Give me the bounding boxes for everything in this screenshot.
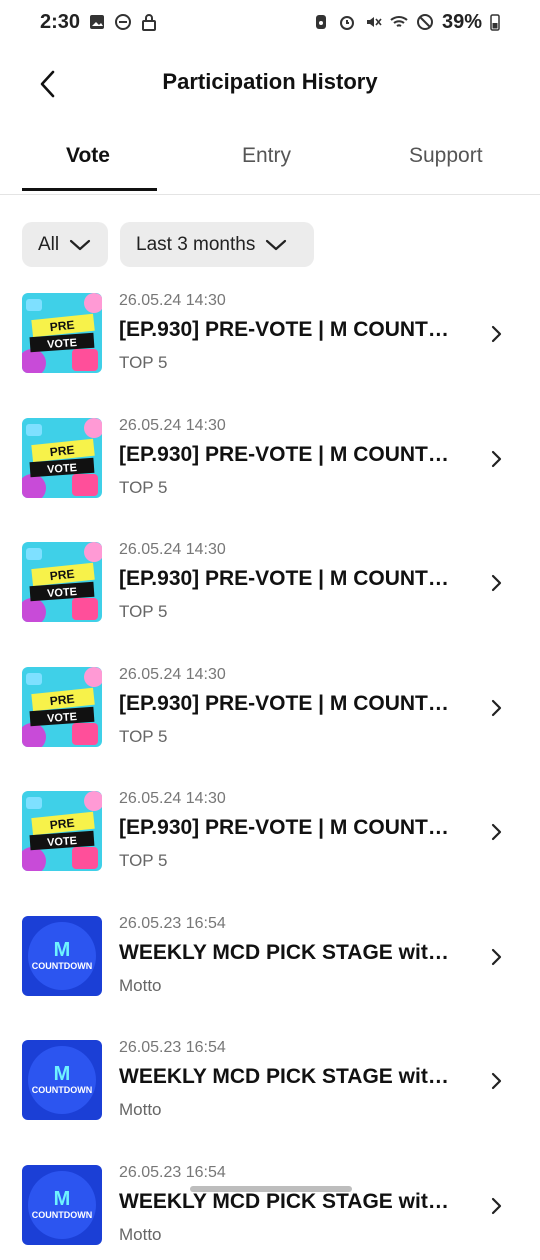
chevron-right-icon bbox=[486, 1069, 506, 1093]
item-subtitle: TOP 5 bbox=[119, 353, 168, 372]
type-filter-label: All bbox=[38, 233, 60, 255]
svg-text:COUNTDOWN: COUNTDOWN bbox=[32, 1210, 93, 1220]
item-title: [EP.930] PRE-VOTE | M COUNTDOWN bbox=[119, 318, 459, 341]
item-title: [EP.930] PRE-VOTE | M COUNTDOWN bbox=[119, 691, 459, 715]
item-subtitle: Motto bbox=[119, 1224, 162, 1244]
list-item[interactable]: PRE VOTE 26.05.24 14:30 [EP.930] PRE-VOTE |… bbox=[0, 413, 540, 513]
battery-icon bbox=[490, 13, 500, 31]
chevron-right-icon bbox=[486, 820, 506, 844]
list-item[interactable]: M COUNTDOWN 26.05.23 16:54 WEEKLY MCD PICK … bbox=[0, 1160, 540, 1260]
chevron-right-icon bbox=[486, 322, 506, 346]
item-title: [EP.930] PRE-VOTE | M COUNTDOWN bbox=[119, 567, 459, 590]
item-subtitle: TOP 5 bbox=[119, 477, 168, 497]
item-title: WEEKLY MCD PICK STAGE with Motto bbox=[119, 1189, 459, 1213]
svg-text:VOTE: VOTE bbox=[47, 835, 78, 849]
tab-bar: Vote Entry Support bbox=[0, 130, 540, 195]
status-bar: 2:30 39% bbox=[0, 0, 540, 44]
lock-icon bbox=[140, 13, 158, 31]
prevote-thumbnail: PRE VOTE bbox=[22, 542, 102, 622]
item-subtitle: TOP 5 bbox=[119, 851, 168, 870]
svg-text:VOTE: VOTE bbox=[47, 586, 78, 600]
header: Participation History bbox=[0, 52, 540, 114]
type-filter-dropdown[interactable]: All bbox=[22, 222, 108, 267]
no-signal-icon bbox=[416, 13, 434, 31]
tab-vote[interactable]: Vote bbox=[66, 144, 110, 168]
svg-text:VOTE: VOTE bbox=[47, 710, 78, 724]
item-subtitle: TOP 5 bbox=[119, 726, 168, 746]
status-left: 2:30 bbox=[40, 11, 158, 34]
item-title: WEEKLY MCD PICK STAGE with Motto bbox=[119, 940, 459, 964]
tab-indicator bbox=[22, 188, 157, 191]
do-not-disturb-icon bbox=[114, 13, 132, 31]
svg-text:PRE: PRE bbox=[49, 816, 75, 833]
chevron-right-icon bbox=[486, 1194, 506, 1218]
item-date: 26.05.23 16:54 bbox=[119, 914, 226, 932]
svg-text:PRE: PRE bbox=[49, 318, 75, 335]
prevote-thumbnail: PRE VOTE bbox=[22, 293, 102, 373]
chevron-down-icon bbox=[70, 239, 91, 250]
tab-support[interactable]: Support bbox=[409, 144, 483, 168]
page-title: Participation History bbox=[162, 69, 378, 94]
list-item[interactable]: M COUNTDOWN 26.05.23 16:54 WEEKLY MCD PICK … bbox=[0, 911, 540, 1011]
item-title: WEEKLY MCD PICK STAGE with Motto bbox=[119, 1065, 459, 1088]
list-item[interactable]: PRE VOTE 26.05.24 14:30 [EP.930] PRE-VOTE |… bbox=[0, 786, 540, 886]
home-indicator[interactable] bbox=[190, 1186, 352, 1192]
svg-text:PRE: PRE bbox=[49, 567, 75, 584]
status-time: 2:30 bbox=[40, 10, 81, 33]
svg-text:PRE: PRE bbox=[49, 442, 75, 459]
battery-percent: 39% bbox=[441, 10, 482, 33]
gallery-icon bbox=[88, 13, 106, 31]
alarm-icon bbox=[338, 13, 356, 31]
period-filter-dropdown[interactable]: Last 3 months bbox=[120, 222, 314, 267]
notification-icon bbox=[312, 13, 330, 31]
svg-text:M: M bbox=[54, 1063, 71, 1085]
item-date: 26.05.24 14:30 bbox=[119, 665, 226, 683]
item-date: 26.05.23 16:54 bbox=[119, 1039, 226, 1056]
item-date: 26.05.23 16:54 bbox=[119, 1163, 226, 1181]
mcountdown-thumbnail: M COUNTDOWN bbox=[22, 1164, 102, 1245]
list-item[interactable]: M COUNTDOWN 26.05.23 16:54 WEEKLY MCD PICK … bbox=[0, 1035, 540, 1135]
mcountdown-thumbnail: M COUNTDOWN bbox=[22, 915, 102, 996]
item-date: 26.05.24 14:30 bbox=[119, 790, 226, 807]
list-item[interactable]: PRE VOTE 26.05.24 14:30 [EP.930] PRE-VOTE |… bbox=[0, 537, 540, 637]
svg-text:COUNTDOWN: COUNTDOWN bbox=[32, 961, 93, 971]
svg-text:M: M bbox=[54, 939, 71, 961]
mcountdown-thumbnail: M COUNTDOWN bbox=[22, 1040, 102, 1120]
svg-text:VOTE: VOTE bbox=[47, 337, 78, 351]
item-title: [EP.930] PRE-VOTE | M COUNTDOWN bbox=[119, 442, 459, 466]
svg-text:COUNTDOWN: COUNTDOWN bbox=[32, 1085, 93, 1095]
item-subtitle: Motto bbox=[119, 1100, 162, 1119]
item-title: [EP.930] PRE-VOTE | M COUNTDOWN bbox=[119, 816, 459, 839]
item-date: 26.05.24 14:30 bbox=[119, 416, 226, 434]
item-date: 26.05.24 14:30 bbox=[119, 292, 226, 309]
chevron-down-icon bbox=[266, 239, 287, 250]
period-filter-label: Last 3 months bbox=[136, 233, 256, 255]
item-date: 26.05.24 14:30 bbox=[119, 541, 226, 558]
prevote-thumbnail: PRE VOTE bbox=[22, 791, 102, 871]
svg-text:VOTE: VOTE bbox=[47, 461, 78, 475]
svg-text:M: M bbox=[54, 1188, 71, 1210]
list-item[interactable]: PRE VOTE 26.05.24 14:30 [EP.930] PRE-VOTE |… bbox=[0, 662, 540, 762]
chevron-right-icon bbox=[486, 571, 506, 595]
svg-text:PRE: PRE bbox=[49, 691, 75, 708]
item-subtitle: Motto bbox=[119, 975, 162, 995]
filter-bar: All Last 3 months bbox=[22, 222, 314, 267]
list-item[interactable]: PRE VOTE 26.05.24 14:30 [EP.930] PRE-VOTE |… bbox=[0, 288, 540, 388]
chevron-right-icon bbox=[486, 696, 506, 720]
item-subtitle: TOP 5 bbox=[119, 602, 168, 621]
prevote-thumbnail: PRE VOTE bbox=[22, 666, 102, 747]
status-right: 39% bbox=[312, 11, 500, 34]
chevron-right-icon bbox=[486, 945, 506, 969]
mute-icon bbox=[364, 13, 382, 31]
prevote-thumbnail: PRE VOTE bbox=[22, 417, 102, 498]
chevron-right-icon bbox=[486, 447, 506, 471]
tab-entry[interactable]: Entry bbox=[242, 144, 291, 168]
wifi-icon bbox=[390, 13, 408, 31]
